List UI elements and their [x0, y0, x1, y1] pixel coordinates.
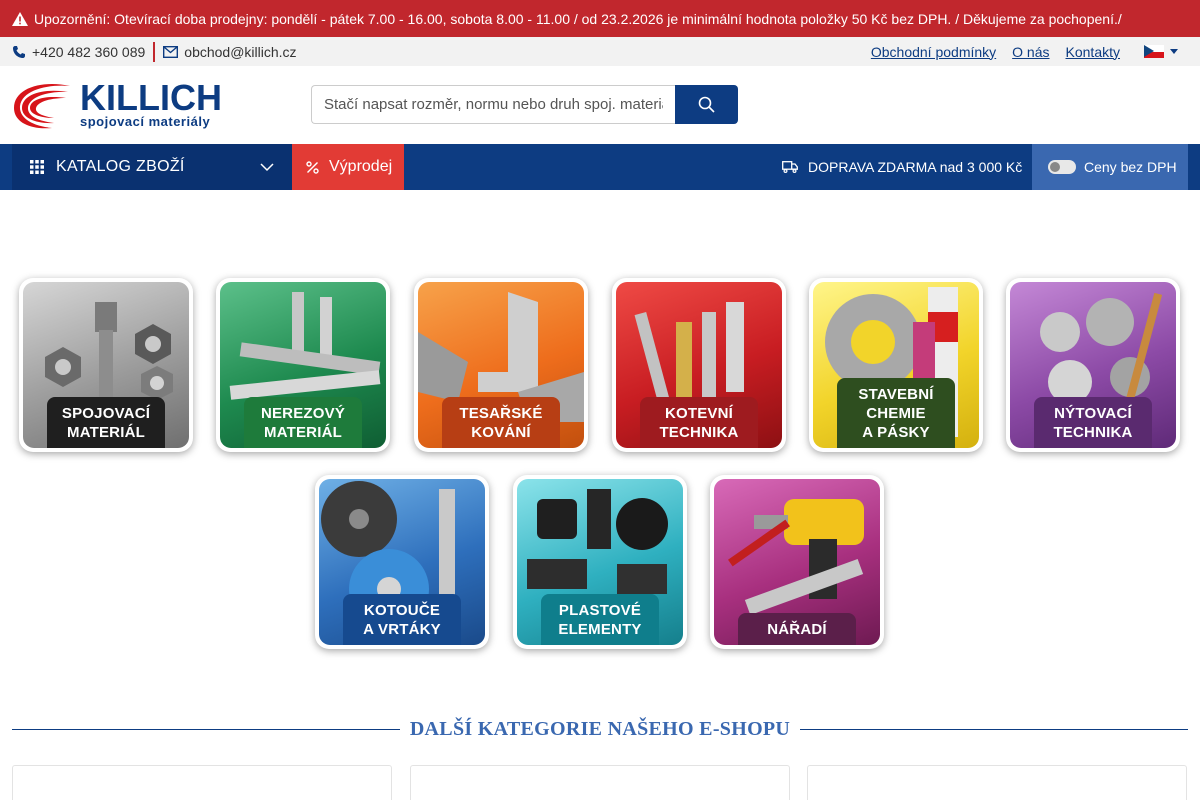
- percent-icon: [306, 160, 319, 174]
- category-image: NÝTOVACÍ TECHNIKA: [1010, 282, 1176, 448]
- vat-toggle[interactable]: Ceny bez DPH: [1032, 144, 1188, 190]
- contact-bar: +420 482 360 089 obchod@killich.cz Obcho…: [0, 37, 1200, 66]
- toggle-switch[interactable]: [1048, 160, 1076, 174]
- contacts-link[interactable]: Kontakty: [1066, 44, 1120, 60]
- category-tile[interactable]: KOTEVNÍ TECHNIKA: [612, 278, 786, 452]
- vat-label: Ceny bez DPH: [1084, 159, 1177, 175]
- category-tile[interactable]: NÝTOVACÍ TECHNIKA: [1006, 278, 1180, 452]
- category-label: NÝTOVACÍ TECHNIKA: [1034, 397, 1152, 448]
- logo[interactable]: KILLICH spojovací materiály: [12, 78, 227, 132]
- search-icon: [698, 96, 715, 113]
- language-selector[interactable]: [1144, 45, 1178, 58]
- phone-link[interactable]: +420 482 360 089: [12, 41, 156, 62]
- category-image: NÁŘADÍ: [714, 479, 880, 645]
- logo-tagline: spojovací materiály: [80, 114, 211, 129]
- category-label: STAVEBNÍ CHEMIE A PÁSKY: [837, 378, 955, 448]
- search-input[interactable]: [311, 85, 675, 124]
- category-label: SPOJOVACÍ MATERIÁL: [47, 397, 165, 448]
- chevron-down-icon: [1170, 49, 1178, 54]
- category-image: NEREZOVÝ MATERIÁL: [220, 282, 386, 448]
- category-tile[interactable]: NÁŘADÍ: [710, 475, 884, 649]
- notice-bar: Upozornění: Otevírací doba prodejny: pon…: [0, 0, 1200, 37]
- notice-text: Upozornění: Otevírací doba prodejny: pon…: [34, 10, 1122, 27]
- free-shipping-info: DOPRAVA ZDARMA nad 3 000 Kč: [782, 144, 1022, 190]
- category-label: PLASTOVÉ ELEMENTY: [541, 594, 659, 645]
- category-image: SPOJOVACÍ MATERIÁL: [23, 282, 189, 448]
- category-label: TESAŘSKÉ KOVÁNÍ: [442, 397, 560, 448]
- about-link[interactable]: O nás: [1012, 44, 1049, 60]
- category-card[interactable]: [807, 765, 1187, 800]
- more-categories-heading: DALŠÍ KATEGORIE NAŠEHO E-SHOPU: [12, 715, 1188, 743]
- category-card[interactable]: [410, 765, 790, 800]
- top-links: Obchodní podmínky O nás Kontakty: [871, 37, 1200, 66]
- grid-icon: [30, 160, 44, 174]
- main-nav: KATALOG ZBOŽÍ Výprodej DOPRAVA ZDARMA na…: [0, 144, 1200, 190]
- phone-number: +420 482 360 089: [32, 43, 146, 60]
- section-title: DALŠÍ KATEGORIE NAŠEHO E-SHOPU: [409, 717, 791, 740]
- shipping-text: DOPRAVA ZDARMA nad 3 000 Kč: [808, 159, 1023, 175]
- category-label: KOTEVNÍ TECHNIKA: [640, 397, 758, 448]
- contact-info: +420 482 360 089 obchod@killich.cz: [0, 41, 297, 62]
- search-form: [311, 85, 738, 124]
- divider: [800, 728, 1188, 730]
- category-tile[interactable]: STAVEBNÍ CHEMIE A PÁSKY: [809, 278, 983, 452]
- sale-label: Výprodej: [329, 158, 393, 175]
- logo-brand: KILLICH: [80, 77, 222, 118]
- category-label: NÁŘADÍ: [738, 613, 856, 645]
- chevron-down-icon: [260, 163, 274, 172]
- terms-link[interactable]: Obchodní podmínky: [871, 44, 996, 60]
- category-image: KOTOUČE A VRTÁKY: [319, 479, 485, 645]
- category-tile[interactable]: TESAŘSKÉ KOVÁNÍ: [414, 278, 588, 452]
- logo-text: KILLICH spojovací materiály: [80, 77, 222, 129]
- category-tile[interactable]: KOTOUČE A VRTÁKY: [315, 475, 489, 649]
- category-image: KOTEVNÍ TECHNIKA: [616, 282, 782, 448]
- category-label: KOTOUČE A VRTÁKY: [343, 594, 461, 645]
- category-label: NEREZOVÝ MATERIÁL: [244, 397, 362, 448]
- warning-icon: [12, 11, 28, 26]
- catalog-label: KATALOG ZBOŽÍ: [56, 158, 185, 175]
- phone-icon: [13, 45, 25, 58]
- email-link[interactable]: obchod@killich.cz: [155, 43, 297, 60]
- category-tile[interactable]: PLASTOVÉ ELEMENTY: [513, 475, 687, 649]
- category-image: TESAŘSKÉ KOVÁNÍ: [418, 282, 584, 448]
- category-image: STAVEBNÍ CHEMIE A PÁSKY: [813, 282, 979, 448]
- category-image: PLASTOVÉ ELEMENTY: [517, 479, 683, 645]
- category-tile[interactable]: NEREZOVÝ MATERIÁL: [216, 278, 390, 452]
- category-card[interactable]: [12, 765, 392, 800]
- email-address: obchod@killich.cz: [184, 43, 297, 60]
- sale-link[interactable]: Výprodej: [292, 144, 404, 190]
- site-header: KILLICH spojovací materiály: [0, 66, 1200, 144]
- logo-swoosh-icon: [14, 84, 70, 129]
- catalog-dropdown[interactable]: KATALOG ZBOŽÍ: [12, 144, 292, 190]
- divider: [12, 728, 400, 730]
- truck-icon: [782, 161, 798, 173]
- search-button[interactable]: [675, 85, 738, 124]
- category-tile[interactable]: SPOJOVACÍ MATERIÁL: [19, 278, 193, 452]
- mail-icon: [163, 45, 179, 58]
- czech-flag-icon: [1144, 45, 1164, 58]
